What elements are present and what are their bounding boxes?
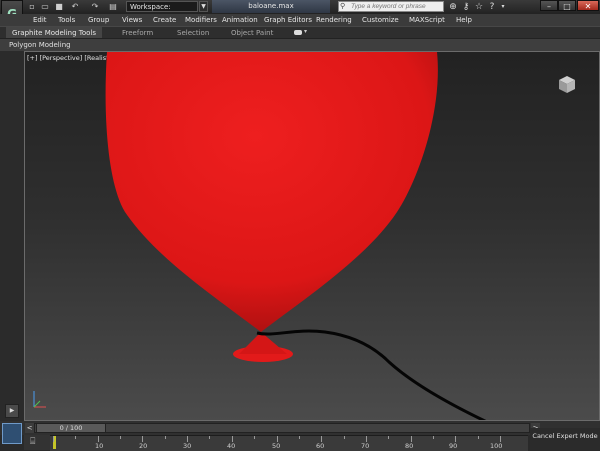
key-icon[interactable]: ⚷ [460, 1, 472, 13]
menu-maxscript[interactable]: MAXScript [409, 14, 445, 26]
menu-modifiers[interactable]: Modifiers [185, 14, 217, 26]
tick-mark [120, 436, 122, 439]
menu-views[interactable]: Views [122, 14, 142, 26]
chevron-down-icon[interactable]: ▾ [304, 28, 307, 35]
menu-group[interactable]: Group [88, 14, 109, 26]
tick-mark [75, 436, 77, 439]
frame-label: 40 [227, 442, 236, 450]
track-bar-menu[interactable] [24, 435, 50, 450]
menu-bar: Edit Tools Group Views Create Modifiers … [0, 14, 600, 26]
prev-frame-button[interactable]: < [25, 423, 34, 433]
tick-mark [388, 436, 390, 439]
frame-label: 100 [490, 442, 503, 450]
search-icon: ⚲ [340, 2, 346, 10]
menu-edit[interactable]: Edit [33, 14, 47, 26]
help-dropdown-icon[interactable]: ▾ [497, 1, 509, 13]
frame-label: 10 [95, 442, 104, 450]
viewport-side-strip [0, 51, 24, 421]
tick-mark [298, 436, 300, 439]
time-slider-thumb[interactable]: 0 / 100 [36, 423, 106, 433]
new-icon[interactable]: ▫ [27, 2, 37, 12]
tick-mark [53, 436, 54, 442]
menu-help[interactable]: Help [456, 14, 472, 26]
ribbon-minimize-icon[interactable] [294, 30, 302, 35]
axis-tripod-icon [33, 391, 46, 408]
menu-create[interactable]: Create [153, 14, 176, 26]
binoculars-icon[interactable]: ⊕ [447, 1, 459, 13]
chevron-down-icon[interactable]: ▼ [199, 1, 208, 12]
open-icon[interactable]: ▭ [40, 2, 50, 12]
tick-mark [343, 436, 345, 439]
menu-rendering[interactable]: Rendering [316, 14, 352, 26]
ribbon-panel-bar: Polygon Modeling [0, 38, 600, 52]
tick-mark [477, 436, 479, 439]
minimize-button[interactable]: – [540, 0, 558, 11]
frame-label: 90 [449, 442, 458, 450]
workspace-dropdown[interactable]: Workspace: Default [126, 1, 198, 22]
menu-animation[interactable]: Animation [222, 14, 258, 26]
polygon-modeling-panel[interactable]: Polygon Modeling [9, 39, 71, 51]
maxscript-listener-button[interactable] [2, 423, 22, 444]
undo-icon[interactable]: ↶ [70, 2, 80, 12]
balloon [105, 52, 438, 332]
track-bar-icon[interactable]: ⌸ [30, 437, 35, 447]
redo-icon[interactable]: ↷ [90, 2, 100, 12]
close-button[interactable]: ✕ [577, 0, 599, 11]
star-icon[interactable]: ☆ [473, 1, 485, 13]
frame-label: 50 [272, 442, 281, 450]
maximize-button[interactable]: □ [558, 0, 576, 11]
menu-graph-editors[interactable]: Graph Editors [264, 14, 312, 26]
scene-render [105, 52, 487, 420]
file-title: baloane.max [212, 0, 330, 13]
frame-label: 30 [183, 442, 192, 450]
tick-mark [432, 436, 434, 439]
frame-label: 80 [405, 442, 414, 450]
tick-mark [254, 436, 256, 439]
frame-label: 60 [316, 442, 325, 450]
project-folder-icon[interactable]: ▤ [108, 2, 118, 12]
cancel-expert-mode-button[interactable]: Cancel Expert Mode [530, 428, 600, 450]
menu-tools[interactable]: Tools [58, 14, 75, 26]
frame-label: 20 [139, 442, 148, 450]
balloon-string [256, 329, 487, 420]
menu-customize[interactable]: Customize [362, 14, 399, 26]
time-slider-track[interactable] [34, 423, 530, 433]
search-input[interactable] [338, 1, 444, 12]
save-icon[interactable]: ■ [54, 2, 64, 12]
perspective-viewport[interactable]: [+] [Perspective] [Realistic] [24, 51, 600, 421]
tick-mark [164, 436, 166, 439]
tick-mark [209, 436, 211, 439]
expand-panel-button[interactable]: ▶ [5, 404, 19, 418]
frame-label: 70 [361, 442, 370, 450]
